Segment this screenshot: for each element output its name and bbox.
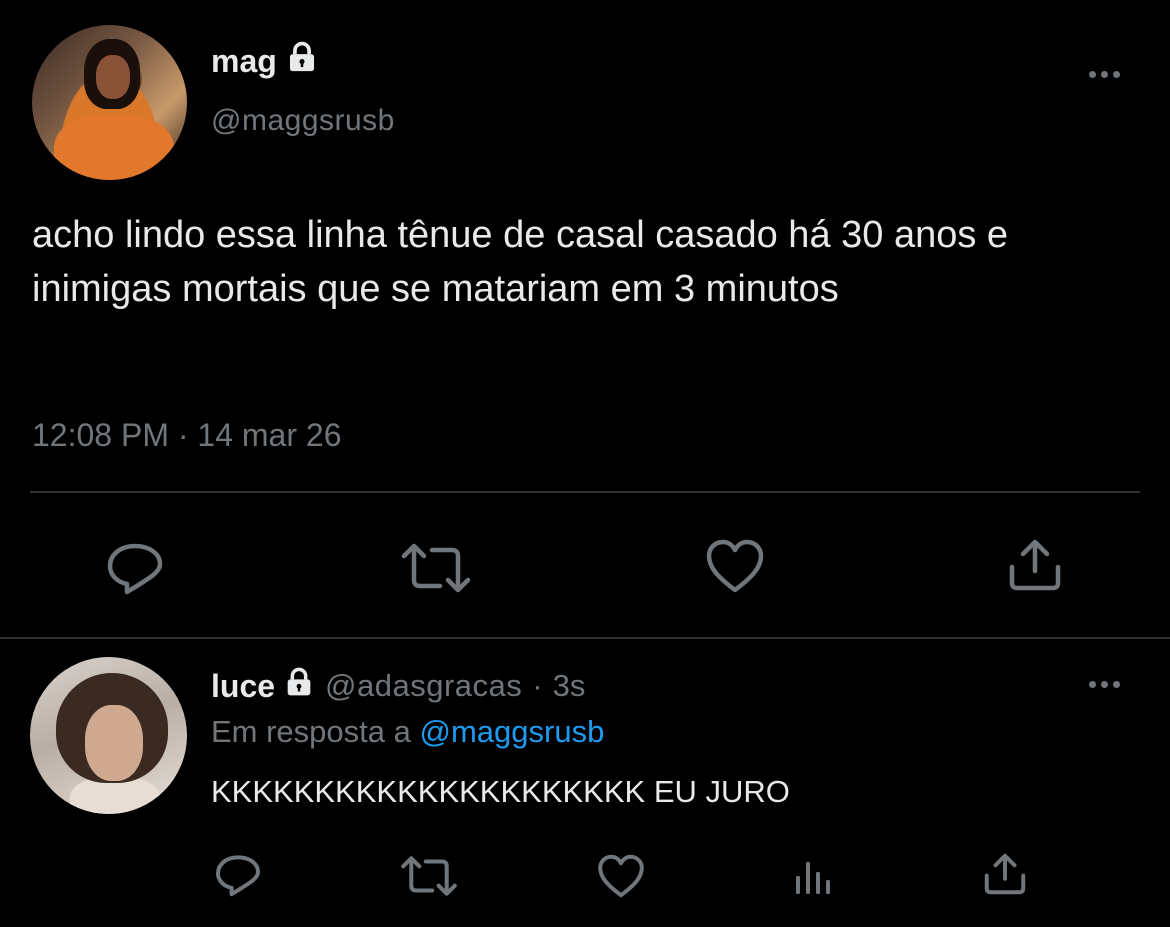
author-handle[interactable]: @maggsrusb: [211, 104, 395, 138]
dot: [1101, 681, 1108, 688]
replying-to-handle-link[interactable]: @maggsrusb: [420, 714, 605, 749]
meta-separator: ·: [177, 417, 189, 453]
author-name[interactable]: mag: [211, 40, 319, 82]
author-name-text: mag: [211, 42, 277, 79]
avatar-face: [96, 55, 130, 99]
tweet-date: 14 mar 26: [197, 417, 342, 453]
replying-to: Em resposta a @maggsrusb: [211, 714, 604, 750]
share-icon[interactable]: [982, 851, 1028, 902]
lock-icon: [285, 40, 319, 82]
reply-author-handle[interactable]: @adasgracas: [325, 668, 522, 704]
reply-time-ago[interactable]: 3s: [553, 668, 586, 704]
reply-icon[interactable]: [214, 852, 262, 903]
dot: [1089, 681, 1096, 688]
reply-text: KKKKKKKKKKKKKKKKKKKKK EU JURO: [211, 774, 790, 809]
reply-header: luce @adasgracas · 3s: [211, 666, 585, 706]
dot: [1113, 681, 1120, 688]
retweet-icon[interactable]: [400, 540, 472, 601]
meta-separator: ·: [532, 668, 543, 703]
replying-to-label: Em resposta a: [211, 714, 411, 749]
tweet-time: 12:08 PM: [32, 417, 169, 453]
divider: [0, 637, 1170, 639]
avatar-shirt: [54, 115, 174, 180]
lock-icon: [283, 666, 315, 706]
tweet-timestamp[interactable]: 12:08 PM · 14 mar 26: [32, 417, 341, 454]
tweet-text: acho lindo essa linha tênue de casal cas…: [32, 214, 1009, 310]
like-icon[interactable]: [705, 538, 765, 599]
reply-author-name[interactable]: luce: [211, 666, 315, 706]
views-icon[interactable]: [794, 858, 834, 901]
reply-author-avatar[interactable]: [30, 657, 187, 814]
share-icon[interactable]: [1006, 537, 1064, 598]
retweet-icon[interactable]: [400, 853, 458, 904]
more-options-icon[interactable]: [1089, 681, 1120, 688]
reply-author-name-text: luce: [211, 667, 276, 704]
divider: [30, 491, 1140, 493]
dot: [1101, 71, 1108, 78]
author-avatar[interactable]: [32, 25, 187, 180]
more-options-icon[interactable]: [1089, 71, 1120, 78]
dot: [1089, 71, 1096, 78]
dot: [1113, 71, 1120, 78]
reply-icon[interactable]: [105, 540, 165, 601]
avatar-face: [85, 705, 143, 781]
like-icon[interactable]: [597, 853, 645, 904]
